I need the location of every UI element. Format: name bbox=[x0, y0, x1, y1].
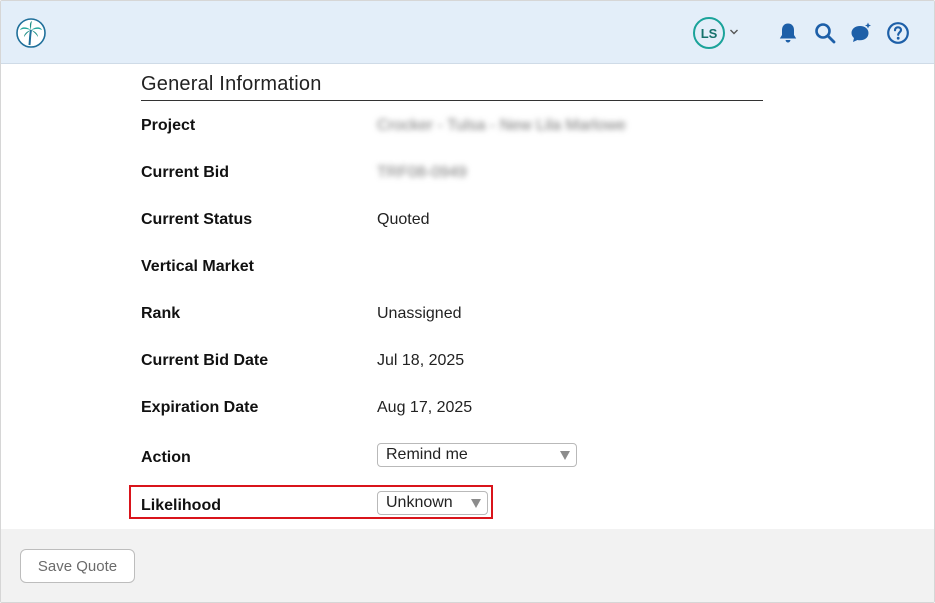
quote-details-panel: General Information Project Crocker - Tu… bbox=[1, 64, 934, 529]
current-status-label: Current Status bbox=[141, 211, 253, 228]
palm-tree-logo-icon[interactable] bbox=[15, 17, 47, 49]
bell-icon[interactable] bbox=[776, 21, 800, 45]
chevron-down-icon[interactable] bbox=[729, 27, 739, 37]
section-title: General Information bbox=[141, 73, 763, 101]
rank-value: Unassigned bbox=[377, 305, 462, 322]
help-question-icon[interactable] bbox=[886, 21, 910, 45]
current-bid-label: Current Bid bbox=[141, 164, 229, 181]
current-bid-value: TRF08-0949 bbox=[377, 164, 467, 181]
current-status-value: Quoted bbox=[377, 211, 430, 228]
current-bid-date-value: Jul 18, 2025 bbox=[377, 352, 465, 369]
app-frame: LS General Information Project Crocker -… bbox=[0, 0, 935, 603]
action-selected-value: Remind me bbox=[386, 446, 468, 463]
footer-bar: Save Quote bbox=[1, 529, 934, 602]
dropdown-caret-icon bbox=[471, 499, 481, 508]
action-select[interactable]: Remind me bbox=[377, 443, 577, 467]
likelihood-label: Likelihood bbox=[141, 497, 221, 514]
project-value: Crocker - Tulsa - New Lila Marlowe bbox=[377, 117, 626, 134]
expiration-date-value: Aug 17, 2025 bbox=[377, 399, 473, 416]
top-header: LS bbox=[1, 1, 934, 64]
user-avatar[interactable]: LS bbox=[693, 17, 725, 49]
vertical-market-label: Vertical Market bbox=[141, 258, 254, 275]
likelihood-select[interactable]: Unknown bbox=[377, 491, 488, 515]
avatar-initials: LS bbox=[700, 25, 718, 41]
save-quote-button[interactable]: Save Quote bbox=[20, 549, 135, 583]
current-bid-date-label: Current Bid Date bbox=[141, 352, 269, 369]
likelihood-selected-value: Unknown bbox=[386, 494, 453, 511]
search-icon[interactable] bbox=[813, 21, 837, 45]
expiration-date-label: Expiration Date bbox=[141, 399, 259, 416]
action-label: Action bbox=[141, 449, 191, 466]
rank-label: Rank bbox=[141, 305, 181, 322]
dropdown-caret-icon bbox=[560, 451, 570, 460]
ai-chat-sparkle-icon[interactable] bbox=[849, 21, 873, 45]
project-label: Project bbox=[141, 117, 196, 134]
